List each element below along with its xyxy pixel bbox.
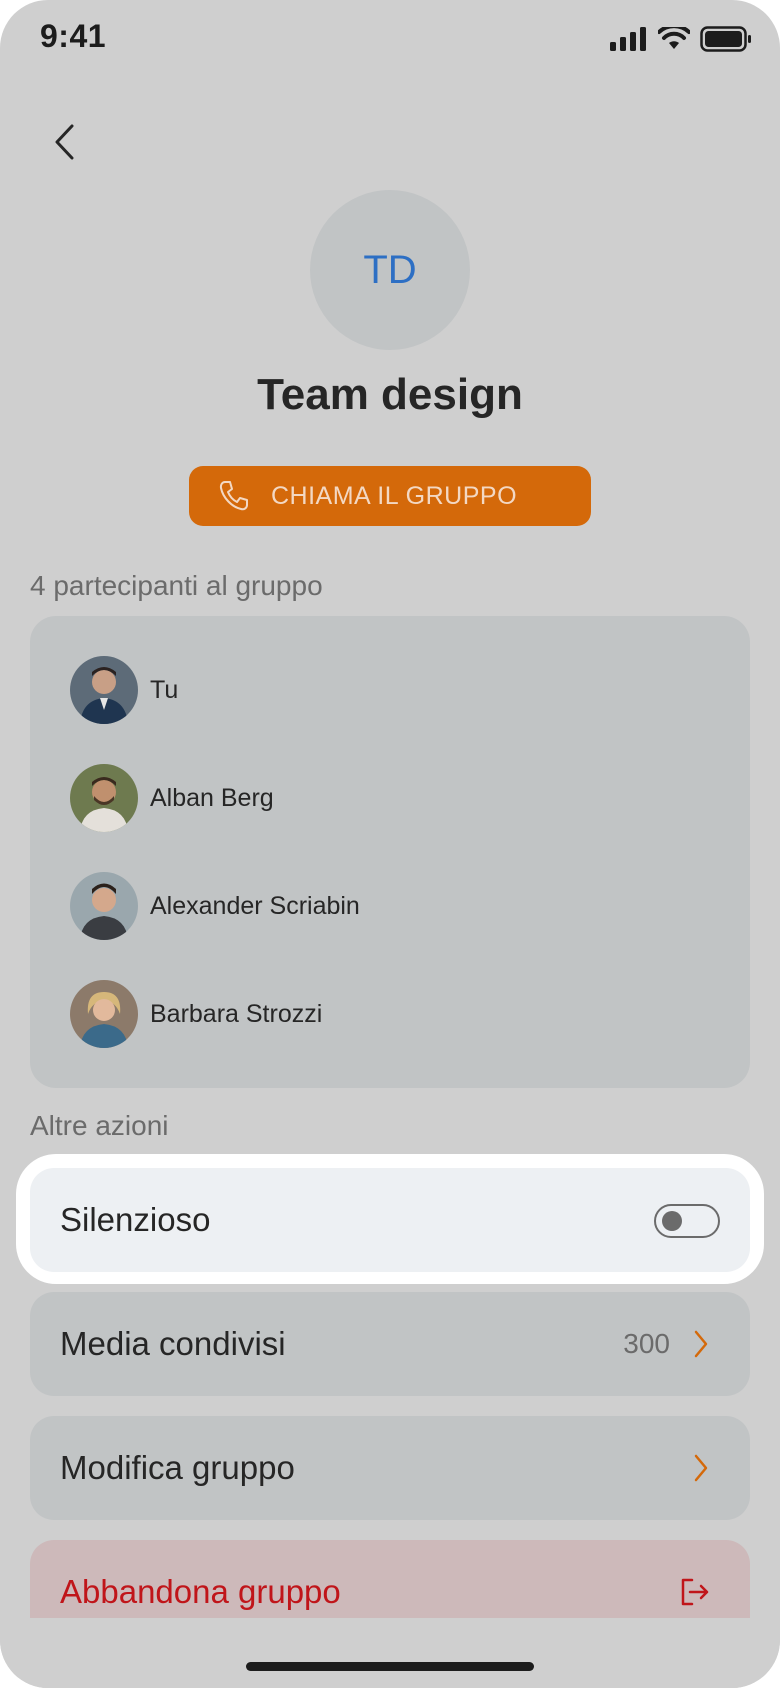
participant-name: Alban Berg [150,783,274,812]
participants-card: Tu Alban Berg Alexander Scriabin Barbara… [30,616,750,1088]
toggle-knob [662,1211,682,1231]
avatar [70,656,138,724]
bottom-fade [0,1618,780,1688]
shared-media-count: 300 [623,1328,670,1359]
participant-name: Alexander Scriabin [150,891,360,920]
shared-media-row[interactable]: Media condivisi 300 [30,1292,750,1396]
status-time: 9:41 [40,18,107,54]
avatar [70,980,138,1048]
silent-label: Silenzioso [60,1201,211,1238]
edit-group-label: Modifica gruppo [60,1449,295,1486]
status-icons [610,26,752,52]
chevron-left-icon [55,124,74,160]
back-button[interactable] [44,112,84,172]
cellular-signal-icon [610,27,646,51]
call-group-label: CHIAMA IL GRUPPO [271,482,518,510]
group-avatar: TD [310,190,470,350]
participant-row[interactable]: Tu [30,656,750,724]
silent-row[interactable]: Silenzioso [30,1168,750,1272]
avatar [70,872,138,940]
participants-section-label: 4 partecipanti al gruppo [30,570,323,601]
status-bar: 9:41 [0,0,780,80]
participant-row[interactable]: Alexander Scriabin [30,872,750,940]
silent-toggle[interactable] [654,1204,720,1238]
battery-icon [700,26,751,52]
participant-name: Tu [150,675,179,704]
exit-icon [681,1578,709,1606]
actions-section-label: Altre azioni [30,1110,169,1141]
home-indicator [246,1662,534,1671]
participant-name: Barbara Strozzi [150,999,323,1028]
avatar [70,764,138,832]
phone-icon [219,481,248,511]
participant-row[interactable]: Barbara Strozzi [30,980,750,1048]
participant-row[interactable]: Alban Berg [30,764,750,832]
chevron-right-icon [694,1454,708,1482]
call-group-button[interactable]: CHIAMA IL GRUPPO [189,466,591,526]
group-avatar-initials: TD [363,247,417,292]
wifi-icon [658,27,690,49]
chevron-right-icon [694,1330,708,1358]
group-name: Team design [257,370,523,419]
shared-media-label: Media condivisi [60,1325,286,1362]
phone-screen: 9:41 TD Team design CHIAMA IL GRUPPO 4 p… [0,0,780,1688]
edit-group-row[interactable]: Modifica gruppo [30,1416,750,1520]
